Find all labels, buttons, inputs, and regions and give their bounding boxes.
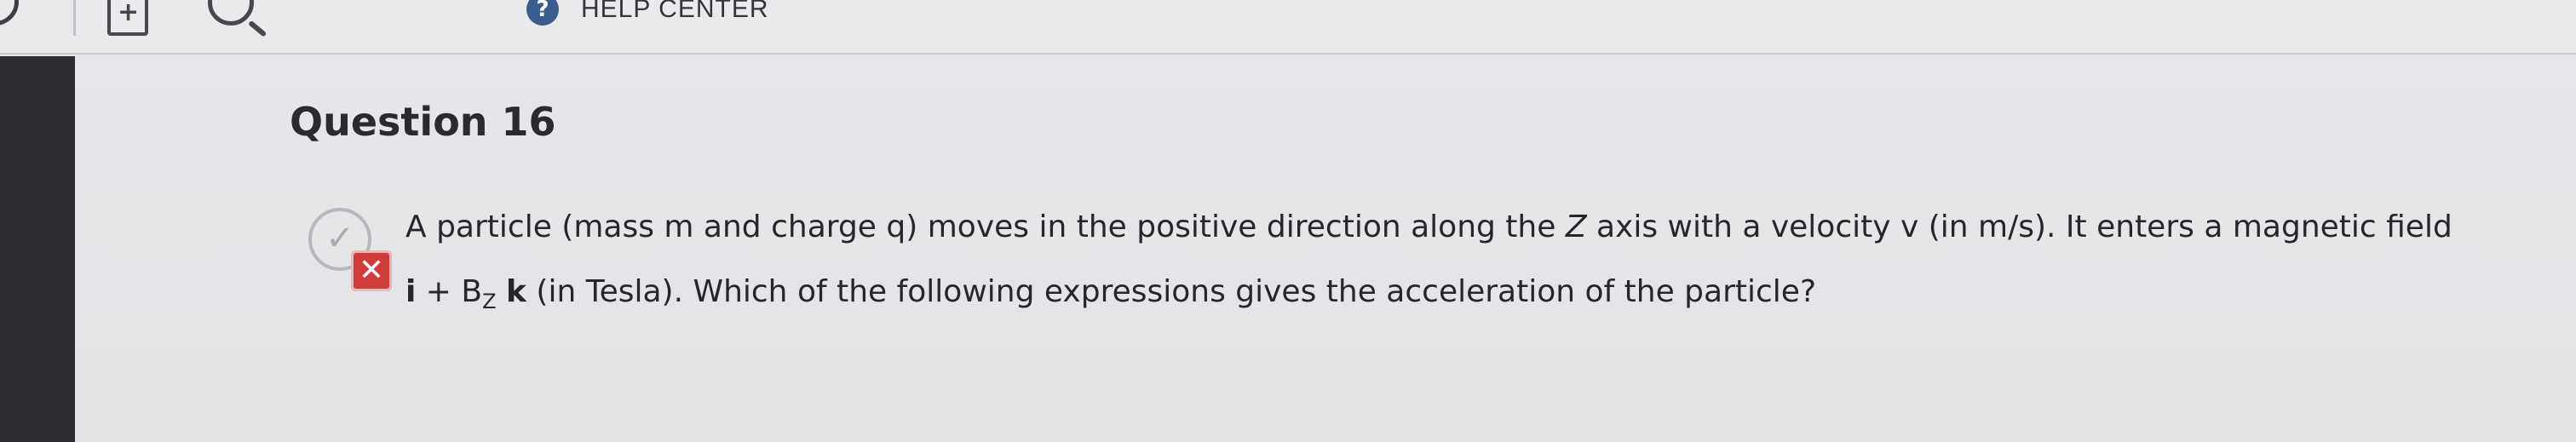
search-icon[interactable] xyxy=(208,0,254,26)
question-text-rest: (in Tesla). Which of the following expre… xyxy=(526,274,1817,309)
unit-vector-i: i xyxy=(405,274,417,309)
incorrect-icon: ✕ xyxy=(351,250,392,291)
top-toolbar: + ? HELP CENTER xyxy=(0,0,2576,55)
question-text-line-1: A particle (mass m and charge q) moves i… xyxy=(405,210,2452,244)
help-center-link[interactable]: HELP CENTER xyxy=(581,0,769,24)
back-icon[interactable] xyxy=(0,0,19,26)
unit-vector-k: k xyxy=(506,274,526,309)
add-icon[interactable]: + xyxy=(107,0,148,36)
question-text-line-2: i + BZ k (in Tesla). Which of the follow… xyxy=(405,274,1816,313)
question-text-part-2: axis with a velocity v (in m/s). It ente… xyxy=(1586,210,2452,244)
add-icon-glyph: + xyxy=(118,0,140,27)
left-sidebar xyxy=(0,56,75,442)
subscript-z: Z xyxy=(482,290,497,313)
question-text-part-1: A particle (mass m and charge q) moves i… xyxy=(405,210,1566,244)
help-icon[interactable]: ? xyxy=(526,0,559,26)
toolbar-divider xyxy=(73,0,76,36)
field-plus: + B xyxy=(416,274,483,309)
question-title: Question 16 xyxy=(290,99,556,145)
axis-label: Z xyxy=(1565,210,1587,244)
